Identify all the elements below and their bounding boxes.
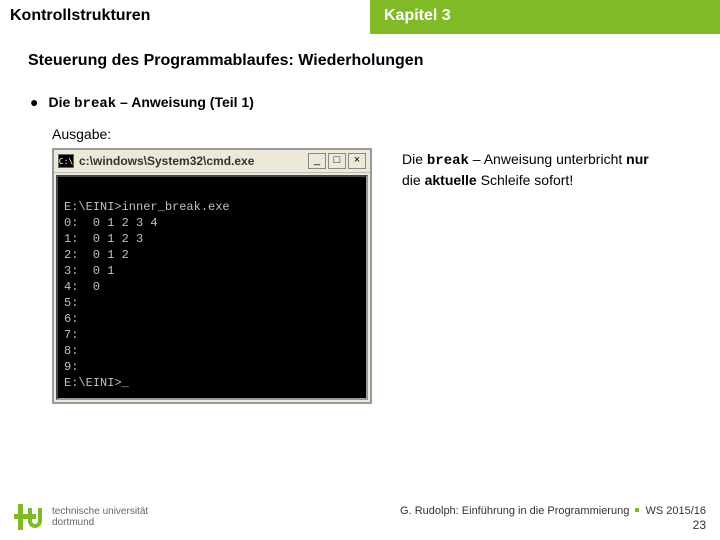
footer-author: G. Rudolph: Einführung in die Programmie…	[400, 505, 629, 517]
two-column: C:\ c:\windows\System32\cmd.exe _ □ × E:…	[28, 148, 692, 404]
tu-line2: dortmund	[52, 517, 148, 528]
cmd-window: C:\ c:\windows\System32\cmd.exe _ □ × E:…	[52, 148, 372, 404]
footer: technische universität dortmund G. Rudol…	[0, 502, 720, 532]
tu-mark-icon	[14, 502, 44, 532]
bullet-item: ● Die break – Anweisung (Teil 1)	[28, 94, 692, 112]
bullet-marker: ●	[30, 94, 38, 110]
separator-dot-icon	[635, 508, 639, 512]
note-code: break	[427, 153, 469, 169]
maximize-button[interactable]: □	[328, 153, 346, 169]
tu-line1: technische universität	[52, 506, 148, 517]
note-strong1: nur	[626, 151, 649, 167]
note-post: Schleife sofort!	[477, 172, 574, 188]
footer-right: G. Rudolph: Einführung in die Programmie…	[400, 505, 706, 532]
header-right: Kapitel 3	[370, 0, 720, 34]
bullet-code: break	[74, 96, 116, 112]
header-left: Kontrollstrukturen	[0, 0, 370, 34]
footer-term: WS 2015/16	[645, 505, 706, 517]
close-button[interactable]: ×	[348, 153, 366, 169]
cmd-body: E:\EINI>inner_break.exe 0: 0 1 2 3 4 1: …	[56, 175, 368, 400]
cmd-window-buttons: _ □ ×	[308, 153, 366, 169]
cmd-title: c:\windows\System32\cmd.exe	[79, 154, 308, 168]
tu-logo: technische universität dortmund	[14, 502, 148, 532]
cmd-icon: C:\	[58, 154, 74, 168]
section-title: Steuerung des Programmablaufes: Wiederho…	[28, 52, 692, 70]
side-note: Die break – Anweisung unterbricht nur di…	[402, 148, 662, 404]
footer-credit: G. Rudolph: Einführung in die Programmie…	[400, 505, 706, 517]
minimize-button[interactable]: _	[308, 153, 326, 169]
slide-content: Steuerung des Programmablaufes: Wiederho…	[0, 34, 720, 404]
note-strong2: aktuelle	[425, 172, 477, 188]
note-pre: Die	[402, 151, 427, 167]
bullet-pre: Die	[48, 94, 74, 110]
tu-text: technische universität dortmund	[52, 506, 148, 528]
header: Kontrollstrukturen Kapitel 3	[0, 0, 720, 34]
output-label: Ausgabe:	[28, 126, 692, 142]
note-mid: – Anweisung unterbricht	[469, 151, 626, 167]
note-mid2: die	[402, 172, 425, 188]
bullet-post: – Anweisung (Teil 1)	[116, 94, 254, 110]
bullet-text: Die break – Anweisung (Teil 1)	[48, 94, 253, 112]
slide-number: 23	[400, 518, 706, 532]
cmd-titlebar: C:\ c:\windows\System32\cmd.exe _ □ ×	[54, 150, 370, 173]
